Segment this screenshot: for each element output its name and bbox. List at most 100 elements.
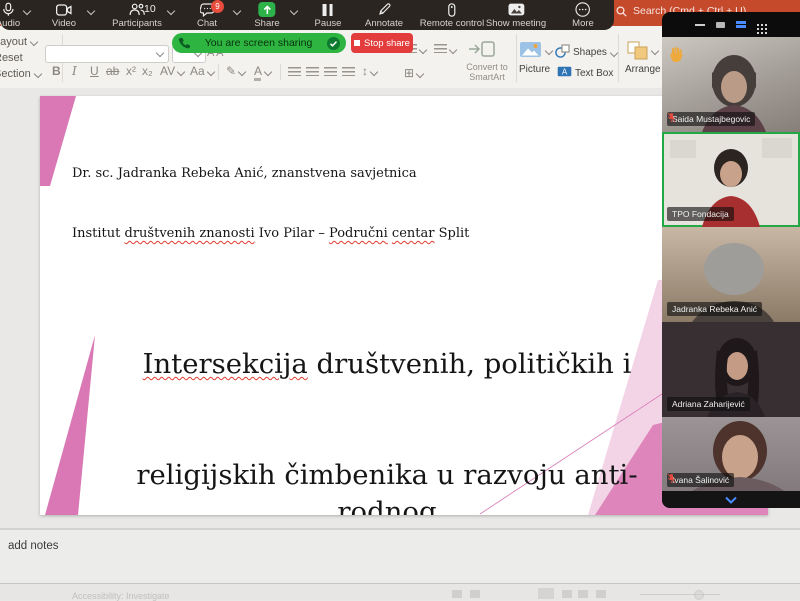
audio-options-chevron[interactable] [23, 7, 31, 15]
reset-button[interactable]: Reset [0, 52, 23, 64]
shapes-button[interactable]: Shapes [573, 47, 617, 58]
picture-icon[interactable] [520, 42, 541, 57]
smartart-icon [468, 40, 496, 58]
comments-view-icon[interactable] [470, 590, 480, 598]
superscript-button[interactable]: x² [126, 64, 136, 78]
convert-to-smartart-button[interactable]: Convert to SmartArt [458, 62, 516, 82]
character-spacing-button[interactable]: AV [160, 64, 184, 78]
video-tile-saida[interactable]: Saida Mustajbegovic [662, 37, 800, 132]
arrange-button[interactable]: Arrange [625, 64, 661, 75]
slide-sorter-view-icon[interactable] [562, 590, 572, 598]
share-options-chevron[interactable] [290, 7, 298, 15]
reading-view-icon[interactable] [578, 590, 588, 598]
font-color-button[interactable]: A [254, 64, 271, 78]
participant-name-badge: Jadranka Rebeka Anić [667, 302, 762, 316]
italic-button[interactable]: I [72, 64, 77, 78]
video-button[interactable]: Video [52, 2, 76, 29]
thumbnail-view-icon[interactable] [716, 22, 725, 28]
more-ellipsis-icon [576, 2, 591, 17]
ribbon-divider [218, 64, 219, 80]
gallery-view-icon[interactable] [757, 24, 759, 26]
microphone-icon [2, 2, 15, 17]
align-center-icon[interactable] [306, 67, 319, 76]
text-box-button[interactable]: Text Box [575, 68, 613, 79]
video-tile-tpo-fondacija[interactable]: TPO Fondacija [662, 132, 800, 227]
numbering-button[interactable] [434, 42, 456, 56]
stop-share-button[interactable]: Stop share [351, 33, 413, 53]
ribbon-divider [280, 64, 281, 80]
change-case-button[interactable]: Aa [190, 64, 214, 78]
zoom-slider[interactable] [640, 594, 720, 595]
slide[interactable]: Dr. sc. Jadranka Rebeka Anić, znanstvena… [40, 96, 768, 515]
zoom-video-panel: Saida Mustajbegovic TPO Fondacija Jadran… [662, 12, 800, 508]
participants-icon [129, 2, 145, 17]
subscript-button[interactable]: x₂ [142, 64, 153, 78]
shapes-icon[interactable] [555, 44, 570, 58]
picture-button[interactable]: Picture [519, 64, 550, 75]
zoom-slider-knob[interactable] [694, 590, 704, 600]
pause-icon [322, 2, 335, 17]
participants-count: 10 [144, 3, 156, 15]
notes-pane[interactable]: add notes [0, 530, 800, 583]
strip-view-icon[interactable] [736, 21, 746, 29]
check-circle-icon [327, 37, 340, 50]
columns-button[interactable]: ⊞ [404, 66, 423, 80]
justify-icon[interactable] [342, 67, 355, 76]
byline-line1: Dr. sc. Jadranka Rebeka Anić, znanstvena… [72, 164, 469, 184]
normal-view-icon[interactable] [538, 588, 554, 599]
show-meeting-window-icon [507, 2, 524, 17]
align-right-icon[interactable] [324, 67, 337, 76]
share-button[interactable]: Share [254, 2, 279, 29]
layout-button[interactable]: Layout [0, 36, 37, 48]
slideshow-view-icon[interactable] [596, 590, 606, 598]
screen-sharing-banner: You are screen sharing [172, 33, 346, 53]
share-up-arrow-icon [258, 2, 275, 17]
svg-text:A: A [562, 67, 568, 76]
camera-icon [56, 2, 72, 17]
search-icon [616, 6, 627, 17]
notes-placeholder: add notes [8, 540, 59, 552]
video-tile-ivana[interactable]: Ivana Šalinović [662, 417, 800, 491]
highlight-pen-button[interactable]: ✎ [226, 64, 245, 78]
chat-options-chevron[interactable] [233, 7, 241, 15]
participant-name-badge: TPO Fondacija [667, 207, 734, 221]
pause-button[interactable]: Pause [315, 2, 342, 29]
arrange-dropdown-chevron[interactable] [651, 47, 659, 55]
notes-view-icon[interactable] [452, 590, 462, 598]
text-box-icon[interactable]: A [557, 66, 572, 77]
title-line1: Intersekcija društvenih, političkih i [92, 346, 682, 383]
remote-control-icon [447, 2, 457, 17]
video-panel-collapse-bar[interactable] [662, 491, 800, 508]
participants-options-chevron[interactable] [167, 7, 175, 15]
audio-button[interactable]: Audio [0, 2, 20, 29]
byline-line2: Institut društvenih znanosti Ivo Pilar –… [72, 224, 469, 244]
strikethrough-button[interactable]: ab [106, 64, 119, 78]
picture-dropdown-chevron[interactable] [545, 47, 553, 55]
slide-byline: Dr. sc. Jadranka Rebeka Anić, znanstvena… [72, 124, 469, 284]
collapse-chevron-icon [722, 496, 740, 504]
video-tile-jadranka[interactable]: Jadranka Rebeka Anić [662, 227, 800, 322]
muted-mic-icon [667, 112, 676, 123]
section-button[interactable]: Section [0, 68, 41, 80]
chat-unread-badge: 9 [211, 0, 224, 13]
video-options-chevron[interactable] [87, 7, 95, 15]
show-meeting-button[interactable]: Show meeting [486, 2, 546, 29]
stop-square-icon [354, 40, 360, 46]
annotate-button[interactable]: Annotate [365, 2, 403, 29]
more-button[interactable]: More [572, 2, 594, 29]
participant-name-badge: Adriana Zaharijević [667, 397, 750, 411]
phone-icon [178, 37, 190, 49]
arrange-icon[interactable] [627, 41, 649, 60]
underline-button[interactable]: U [90, 64, 99, 78]
remote-control-button[interactable]: Remote control [420, 2, 484, 29]
minimize-icon[interactable] [695, 24, 705, 26]
bold-button[interactable]: B [52, 64, 61, 78]
line-spacing-button[interactable]: ↕ [362, 64, 377, 78]
participant-name-badge: Ivana Šalinović [667, 473, 734, 487]
font-name-combo[interactable] [45, 45, 169, 63]
align-left-icon[interactable] [288, 67, 301, 76]
slide-title: Intersekcija društvenih, političkih i re… [92, 272, 682, 515]
title-line2: religijskih čimbenika u razvoju anti-rod… [92, 457, 682, 515]
zoom-meeting-toolbar: Audio Video Participants 10 Chat 9 Share… [0, 0, 614, 30]
video-tile-adriana[interactable]: Adriana Zaharijević [662, 322, 800, 417]
